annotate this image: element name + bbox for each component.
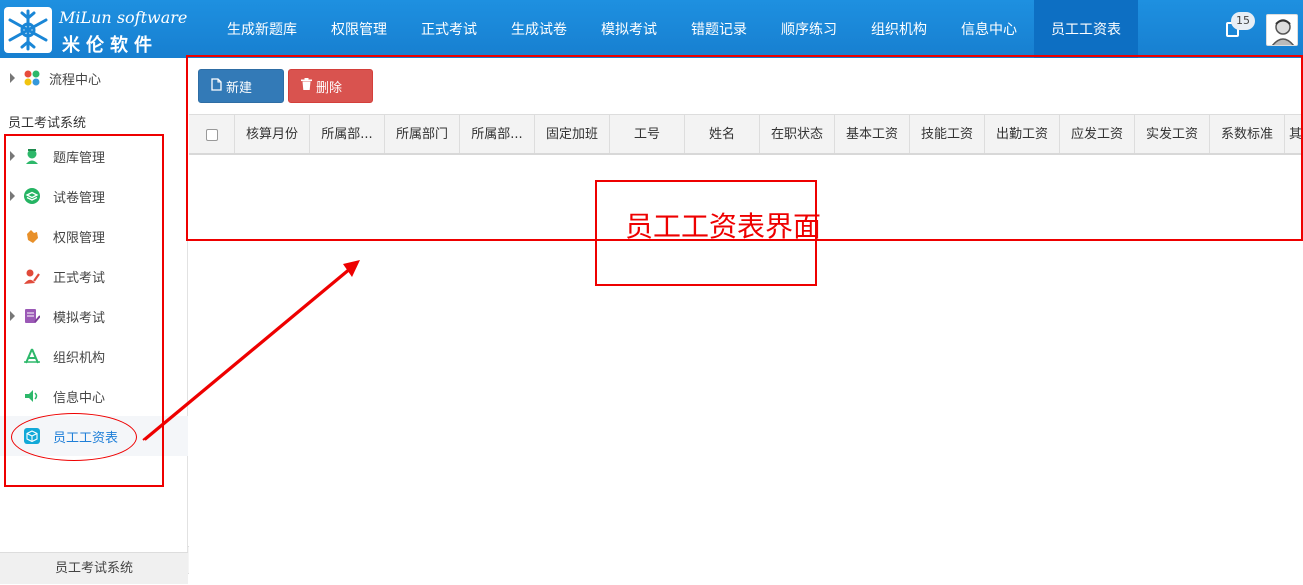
sidebar-item-mock-exam[interactable]: 模拟考试: [0, 296, 188, 336]
sidebar-item-label: 流程中心: [49, 72, 102, 88]
column-header[interactable]: 姓名: [685, 115, 760, 153]
nav-item-sequential-practice[interactable]: 顺序练习: [764, 0, 854, 58]
logo: MiLun software 米伦软件: [0, 0, 190, 58]
sidebar-footer: 员工考试系统: [0, 552, 188, 584]
nav-item-formal-exam[interactable]: 正式考试: [404, 0, 494, 58]
select-all-checkbox[interactable]: [205, 128, 218, 141]
sidebar-item-label: 权限管理: [53, 230, 106, 246]
top-nav: 生成新题库 权限管理 正式考试 生成试卷 模拟考试 错题记录 顺序练习 组织机构…: [210, 0, 1138, 58]
sidebar-section-title: 员工考试系统: [8, 116, 87, 131]
nav-item-payroll[interactable]: 员工工资表: [1034, 0, 1138, 58]
hand-icon: [24, 228, 40, 244]
logo-snowflake-icon: [4, 7, 52, 53]
annotation-ellipse: [11, 413, 137, 461]
expand-arrow-icon: [10, 311, 15, 321]
expand-arrow-icon: [10, 191, 15, 201]
new-button[interactable]: 新建: [198, 69, 284, 103]
column-header[interactable]: 其: [1285, 115, 1303, 153]
sidebar: 流程中心 员工考试系统 题库管理 试卷管理 权限管理 正式考试 模拟考试 组织机…: [0, 58, 188, 584]
expand-arrow-icon: [10, 151, 15, 161]
sidebar-menu: 题库管理 试卷管理 权限管理 正式考试 模拟考试 组织机构 信息中心 员工工资表: [0, 136, 188, 456]
column-header[interactable]: 系数标准: [1210, 115, 1285, 153]
sidebar-item-info-center[interactable]: 信息中心: [0, 376, 188, 416]
nav-item-wrong-answers[interactable]: 错题记录: [674, 0, 764, 58]
column-header[interactable]: 固定加班: [535, 115, 610, 153]
column-header[interactable]: 所属部...: [310, 115, 385, 153]
delete-button[interactable]: 删除: [288, 69, 373, 103]
sidebar-item-flow-center[interactable]: 流程中心: [0, 64, 188, 92]
new-button-label: 新建: [226, 80, 253, 96]
sidebar-item-label: 信息中心: [53, 390, 106, 406]
column-header[interactable]: 所属部...: [460, 115, 535, 153]
graduate-icon: [24, 148, 40, 164]
column-header[interactable]: 核算月份: [235, 115, 310, 153]
expand-arrow-icon: [10, 73, 15, 83]
user-edit-icon: [24, 268, 40, 284]
nav-item-permissions[interactable]: 权限管理: [314, 0, 404, 58]
nav-item-organization[interactable]: 组织机构: [854, 0, 944, 58]
grid-header: 核算月份 所属部... 所属部门 所属部... 固定加班 工号 姓名 在职状态 …: [189, 114, 1303, 155]
column-header[interactable]: 技能工资: [910, 115, 985, 153]
logo-text-en: MiLun software: [59, 8, 188, 27]
sidebar-item-formal-exam[interactable]: 正式考试: [0, 256, 188, 296]
column-header[interactable]: 实发工资: [1135, 115, 1210, 153]
speaker-icon: [24, 388, 40, 404]
nav-item-generate-paper[interactable]: 生成试卷: [494, 0, 584, 58]
column-header[interactable]: 应发工资: [1060, 115, 1135, 153]
select-all-cell: [189, 115, 235, 153]
delete-button-label: 删除: [316, 80, 343, 96]
annotation-label: 员工工资表界面: [625, 210, 822, 243]
sidebar-item-paper-management[interactable]: 试卷管理: [0, 176, 188, 216]
notification-badge: 15: [1231, 12, 1255, 30]
column-header[interactable]: 基本工资: [835, 115, 910, 153]
toolbar: 新建 删除: [198, 69, 373, 103]
main-content: 新建 删除 核算月份 所属部... 所属部门 所属部... 固定加班 工号 姓名…: [189, 58, 1303, 584]
column-header[interactable]: 工号: [610, 115, 685, 153]
column-header[interactable]: 出勤工资: [985, 115, 1060, 153]
logo-text-cn: 米伦软件: [62, 35, 158, 56]
user-avatar[interactable]: [1266, 14, 1298, 46]
sidebar-item-label: 正式考试: [53, 270, 106, 286]
layers-icon: [24, 188, 40, 204]
top-navbar: MiLun software 米伦软件 生成新题库 权限管理 正式考试 生成试卷…: [0, 0, 1303, 58]
sidebar-item-label: 试卷管理: [53, 190, 106, 206]
sidebar-item-organization[interactable]: 组织机构: [0, 336, 188, 376]
trash-icon: [301, 78, 312, 94]
file-icon: [211, 77, 222, 95]
sidebar-item-label: 模拟考试: [53, 310, 106, 326]
sidebar-item-label: 组织机构: [53, 350, 106, 366]
nav-item-info-center[interactable]: 信息中心: [944, 0, 1034, 58]
flow-dots-icon: [24, 70, 40, 86]
document-edit-icon: [24, 308, 41, 324]
column-header[interactable]: 在职状态: [760, 115, 835, 153]
nav-item-new-question-bank[interactable]: 生成新题库: [210, 0, 314, 58]
column-header[interactable]: 所属部门: [385, 115, 460, 153]
sidebar-item-question-bank[interactable]: 题库管理: [0, 136, 188, 176]
sidebar-item-label: 题库管理: [53, 150, 106, 166]
sidebar-item-permissions[interactable]: 权限管理: [0, 216, 188, 256]
nav-item-mock-exam[interactable]: 模拟考试: [584, 0, 674, 58]
org-icon: [24, 348, 40, 364]
